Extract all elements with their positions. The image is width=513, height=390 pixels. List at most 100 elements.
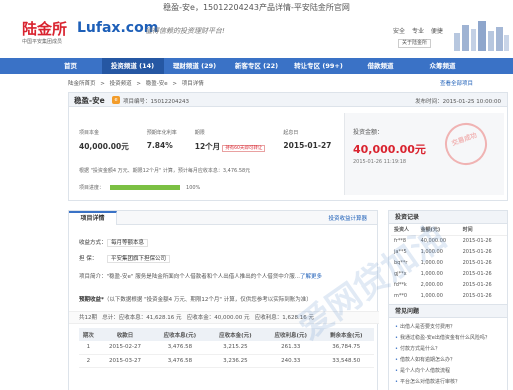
repay-value: 每月等额本息 [107, 239, 149, 247]
col-principal: 应收本金(元) [207, 328, 264, 341]
top-links: 安全 专业 便捷 [393, 26, 448, 35]
cell: gj**x [394, 270, 407, 277]
product-panel: 稳盈-安e e 项目编号：15012204243 发布时间：2015-01-25… [68, 92, 508, 201]
page: 稳盈-安e，15012204243产品详情-平安陆金所官网 陆金所 Lufax.… [0, 0, 513, 390]
tab-project-detail[interactable]: 项目详情 [69, 211, 117, 225]
breadcrumb-invest[interactable]: 投资频道 [110, 81, 132, 87]
transfer-tag: 持有60天即可转让 [222, 145, 266, 152]
nav-finance[interactable]: 理财频道 (29) [164, 58, 226, 74]
record-row: gj**x 1,000.00 2015-01-26 [391, 268, 507, 279]
slogan: 值得信赖的投资理财平台! [145, 27, 225, 35]
cell: bq**r [394, 259, 408, 266]
record-row: ja**5 1,000.00 2015-01-26 [391, 246, 507, 257]
cell: ja**5 [394, 248, 407, 255]
breadcrumb-home[interactable]: 陆金所首页 [68, 81, 96, 87]
nav-borrow[interactable]: 借款频道 [350, 58, 412, 74]
guarantee-label: 担 保： [79, 256, 98, 262]
cell: 1 [79, 341, 98, 355]
cell: 2 [79, 354, 98, 368]
cell: 3,476.58 [152, 354, 208, 368]
publish-time: 发布时间：2015-01-25 10:00:00 [415, 99, 501, 105]
repay-method: 收益方式： 每月等额本息 [79, 238, 149, 247]
cell: 3,476.58 [152, 341, 208, 355]
expected-income: 预期收益*（以下数据根据 "投资金额4 万元、期限12个月" 计算，仅供您参考以… [79, 295, 312, 303]
faq-item[interactable]: 借款人如有逾期怎么办？ [395, 355, 501, 366]
calculator-link[interactable]: 投资收益计算器 [328, 214, 367, 222]
summary-periods: 共12期 [79, 315, 97, 321]
cell: 2,000.00 [420, 281, 443, 288]
nav-home[interactable]: 首页 [40, 58, 102, 74]
invest-box: 投资金额： 40,000.00元 2015-01-26 11:19:18 交易成… [344, 113, 504, 195]
product-badge: e [112, 96, 120, 104]
nav-crowdfund[interactable]: 众筹频道 [412, 58, 474, 74]
col-amount: 金额(元) [417, 224, 460, 236]
stat-label: 项目本金 [79, 130, 100, 136]
cell: 2015-01-26 [462, 292, 492, 299]
table-header-row: 期次 收款日 应收本息(元) 应收本金(元) 应收利息(元) 剩余本金(元) [79, 328, 374, 341]
cell: m**0 [394, 292, 408, 299]
breadcrumb-sep: > [100, 81, 105, 87]
invest-record-panel: 投资记录 投资人 金额(元) 时间 fr**8 40,000.00 2015-01-… [388, 210, 508, 307]
record-row: fd**k 2,000.00 2015-01-26 [391, 279, 507, 290]
faq-panel: 常见问题 出借人是否要支付费用？ 我通过稳盈-安e出借资金有什么风险吗？ 付款方… [388, 304, 508, 390]
nav-transfer[interactable]: 转让专区 (99+) [288, 58, 350, 74]
term-value: 12个月 [194, 142, 221, 151]
top-link-pro[interactable]: 专业 [412, 28, 424, 35]
breadcrumb: 陆金所首页 > 投资频道 > 稳盈-安e > 项目详情 [68, 79, 207, 87]
cell: 261.33 [263, 341, 319, 355]
stat-label: 起息日 [283, 130, 299, 136]
top-link-safe[interactable]: 安全 [393, 28, 405, 35]
table-row: 2 2015-03-27 3,476.58 3,236.25 240.33 33… [79, 354, 374, 368]
product-header: 稳盈-安e e 项目编号：15012204243 发布时间：2015-01-25… [69, 93, 507, 107]
record-table: 投资人 金额(元) 时间 fr**8 40,000.00 2015-01-26 ja… [391, 224, 507, 301]
faq-item[interactable]: 是个人向个人借款流程 [395, 366, 501, 377]
invest-label: 投资金额： [353, 129, 384, 136]
progress-bar [110, 185, 181, 190]
guarantee: 担 保： 平安集团旗下担保公司 [79, 254, 171, 263]
faq-item[interactable]: 付款方式是什么？ [395, 344, 501, 355]
invest-time: 2015-01-26 11:19:18 [353, 159, 407, 165]
faq-item[interactable]: 我通过稳盈-安e出借资金有什么风险吗？ [395, 333, 501, 344]
cell: 2015-01-26 [462, 281, 492, 288]
detail-tabs: 项目详情 投资收益计算器 [69, 211, 377, 225]
learn-more-link[interactable]: 了解更多 [300, 274, 322, 280]
nav-newcomer[interactable]: 新客专区 (22) [226, 58, 288, 74]
stat-start-date: 起息日 2015-01-27 [283, 129, 331, 152]
repay-table: 期次 收款日 应收本息(元) 应收本金(元) 应收利息(元) 剩余本金(元) 1… [79, 328, 374, 368]
expected-title: 预期收益* [79, 297, 104, 303]
col-time: 时间 [459, 224, 507, 236]
view-all-link[interactable]: 查看全部项目 [440, 79, 473, 87]
repay-summary: 共12期 总计：应收本息：41,628.16 元 应收本金：40,000.00 … [69, 311, 379, 324]
logo-cn[interactable]: 陆金所 [22, 18, 67, 39]
stat-rate: 预期年化利率 7.84% [147, 129, 177, 152]
record-row: bq**r 1,000.00 2015-01-26 [391, 257, 507, 268]
success-stamp: 交易成功 [439, 117, 493, 171]
progress-row: 项目进度： 100% [79, 184, 200, 192]
logo-subtitle: 中国平安集团成员 [22, 39, 63, 45]
cell: 2015-01-26 [462, 248, 492, 255]
col-investor: 投资人 [391, 224, 418, 236]
col-period: 期次 [79, 328, 98, 341]
top-link-easy[interactable]: 便捷 [431, 28, 443, 35]
product-stats: 项目本金 40,000.00元 预期年化利率 7.84% 期限 12个月 持有60… [79, 129, 349, 152]
stat-value: 12个月 持有60天即可转让 [195, 141, 266, 152]
faq-item[interactable]: 平台怎么对借款进行审核？ [395, 377, 501, 388]
stat-value: 7.84% [146, 141, 173, 150]
cell: 3,215.25 [207, 341, 264, 355]
faq-item[interactable]: 出借人是否要支付费用？ [395, 322, 501, 333]
breadcrumb-current: 项目详情 [181, 81, 204, 87]
col-date: 收款日 [97, 328, 153, 341]
breadcrumb-product[interactable]: 稳盈-安e [146, 81, 168, 87]
table-row: 1 2015-02-27 3,476.58 3,215.25 261.33 36… [79, 341, 374, 355]
cell: 33,548.50 [318, 354, 374, 368]
cell: 40,000.00 [420, 237, 447, 244]
monthly-calc-note: 根据 "投资金额4 万元、期限12个月" 计算，预计每月应收本息：3,476.5… [79, 168, 251, 174]
cell: 2015-03-27 [97, 354, 153, 368]
record-title: 投资记录 [389, 211, 507, 224]
cell: 1,000.00 [420, 259, 443, 266]
nav-invest[interactable]: 投资频道 (14) [101, 58, 164, 74]
breadcrumb-sep: > [136, 81, 141, 87]
record-row: fr**8 40,000.00 2015-01-26 [391, 235, 507, 246]
record-header-row: 投资人 金额(元) 时间 [391, 224, 507, 236]
about-link[interactable]: 关于陆金所 [398, 39, 432, 48]
